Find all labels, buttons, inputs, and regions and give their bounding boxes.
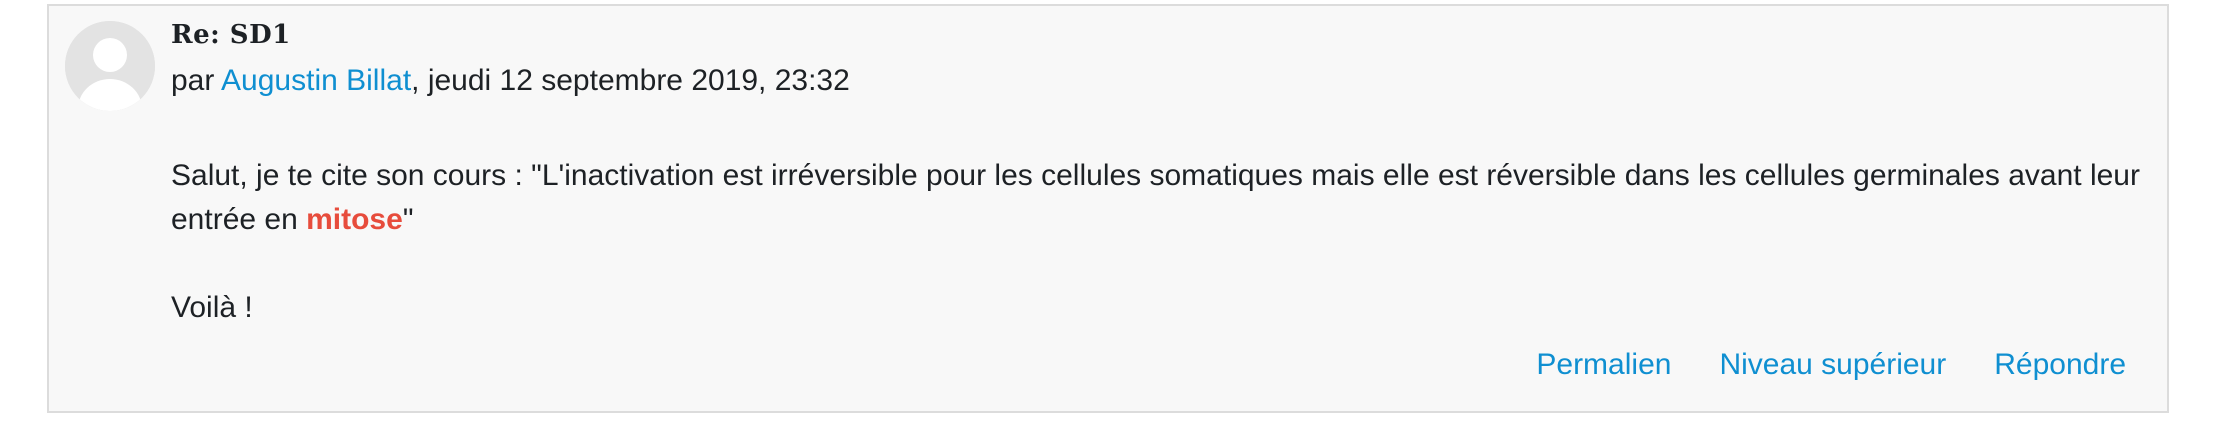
post-byline: par Augustin Billat, jeudi 12 septembre … <box>171 64 850 98</box>
permalink-link[interactable]: Permalien <box>1536 348 1671 381</box>
author-link[interactable]: Augustin Billat <box>221 64 411 97</box>
post-content: Salut, je te cite son cours : "L'inactiv… <box>171 154 2151 330</box>
post-date: , jeudi 12 septembre 2019, 23:32 <box>411 64 850 97</box>
avatar[interactable] <box>65 21 155 111</box>
byline-prefix: par <box>171 64 222 97</box>
forum-post: Re: SD1 par Augustin Billat, jeudi 12 se… <box>47 4 2169 413</box>
reply-link[interactable]: Répondre <box>1994 348 2126 381</box>
post-paragraph-closing: Voilà ! <box>171 291 253 324</box>
default-user-icon <box>65 21 155 111</box>
post-text: Salut, je te cite son cours : "L'inactiv… <box>171 159 2140 236</box>
post-commands: Permalien Niveau supérieur Répondre <box>1488 348 2126 382</box>
highlighted-word: mitose <box>306 203 403 236</box>
post-text-end: " <box>402 203 414 236</box>
post-subject: Re: SD1 <box>171 20 291 50</box>
parent-link[interactable]: Niveau supérieur <box>1719 348 1946 381</box>
post-paragraph: Salut, je te cite son cours : "L'inactiv… <box>171 154 2151 242</box>
